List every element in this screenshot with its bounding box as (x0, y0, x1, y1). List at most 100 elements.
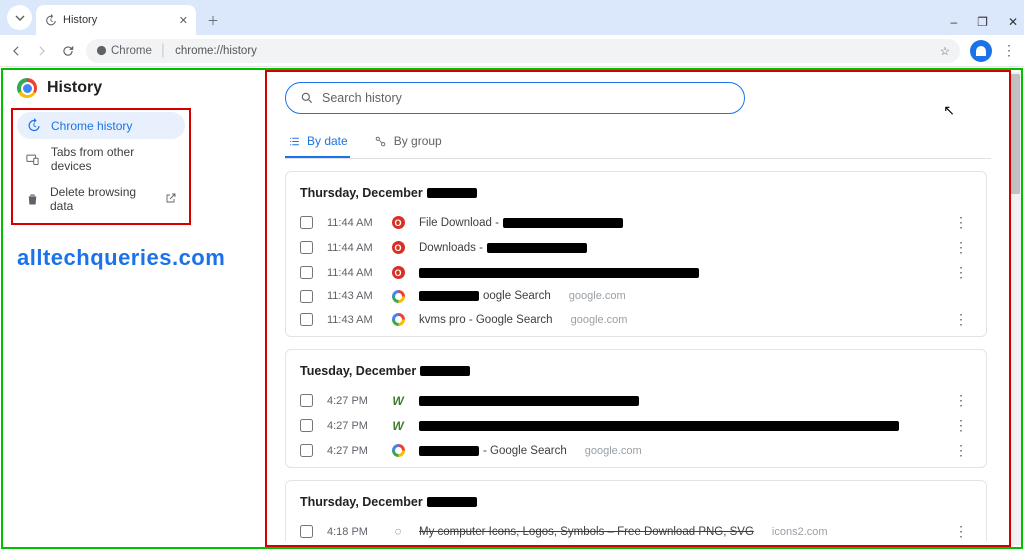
row-menu-button[interactable]: ⋮ (954, 523, 972, 540)
row-domain: google.com (571, 314, 628, 326)
row-checkbox[interactable] (300, 266, 313, 279)
bookmark-star-icon[interactable]: ☆ (940, 44, 950, 58)
main-panel: ↖ Search history By date By group Thursd… (265, 70, 1011, 547)
row-menu-button[interactable]: ⋮ (954, 264, 972, 281)
row-time: 11:43 AM (327, 314, 377, 326)
forward-button[interactable] (34, 44, 50, 58)
row-menu-button[interactable]: ⋮ (954, 417, 972, 434)
row-time: 4:18 PM (327, 526, 377, 538)
row-domain: google.com (569, 290, 626, 302)
sidebar-nav: Chrome history Tabs from other devices D… (11, 108, 191, 225)
history-row[interactable]: 11:44 AMOFile Download - ⋮ (300, 210, 972, 235)
page-content: History Chrome history Tabs from other d… (1, 68, 1023, 549)
history-title (419, 421, 899, 431)
row-time: 11:44 AM (327, 267, 377, 279)
sidebar-item-tabs-other-devices[interactable]: Tabs from other devices (17, 139, 185, 179)
view-tabs: By date By group (285, 126, 991, 159)
row-checkbox[interactable] (300, 313, 313, 326)
google-favicon (392, 444, 405, 457)
row-time: 4:27 PM (327, 420, 377, 432)
sidebar-item-chrome-history[interactable]: Chrome history (17, 112, 185, 139)
site-favicon: W (392, 394, 403, 408)
day-group: Thursday, December 4:18 PM ◌ My computer I… (285, 480, 987, 541)
row-time: 11:43 AM (327, 290, 377, 302)
history-row[interactable]: 4:18 PM ◌ My computer Icons, Logos, Symbol… (300, 519, 972, 541)
search-icon (300, 91, 314, 105)
site-favicon: W (392, 419, 403, 433)
google-favicon (392, 290, 405, 303)
mouse-cursor-icon: ↖ (943, 102, 955, 119)
opera-favicon: O (392, 241, 405, 254)
row-menu-button[interactable]: ⋮ (954, 214, 972, 231)
group-icon (374, 135, 388, 148)
new-tab-button[interactable]: ＋ (202, 9, 224, 31)
external-link-icon (165, 192, 177, 207)
profile-avatar[interactable] (970, 40, 992, 62)
history-list: Thursday, December 11:44 AMOFile Downloa… (285, 171, 991, 541)
google-favicon (392, 313, 405, 326)
row-menu-button[interactable]: ⋮ (954, 311, 972, 328)
chevron-down-icon (15, 13, 25, 23)
row-menu-button[interactable]: ⋮ (954, 442, 972, 459)
browser-tab[interactable]: History ✕ (36, 5, 196, 35)
browser-menu-button[interactable]: ⋮ (1002, 42, 1016, 59)
site-chip: Chrome (96, 45, 152, 57)
history-title: - Google Search (419, 445, 567, 457)
history-title: My computer Icons, Logos, Symbols – Free… (419, 526, 754, 538)
history-icon (44, 14, 57, 27)
history-title: oogle Search (419, 290, 551, 302)
page-title: History (47, 79, 102, 97)
window-maximize-button[interactable]: ❐ (977, 15, 988, 29)
tab-close-button[interactable]: ✕ (179, 14, 188, 27)
row-time: 4:27 PM (327, 445, 377, 457)
history-title (419, 396, 639, 406)
history-row[interactable]: 11:44 AM O Downloads - ⋮ (300, 235, 972, 260)
row-domain: google.com (585, 445, 642, 457)
row-checkbox[interactable] (300, 444, 313, 457)
row-time: 11:44 AM (327, 242, 377, 254)
browser-toolbar: Chrome │ chrome://history ☆ ⋮ (0, 35, 1024, 67)
sidebar-item-delete-browsing-data[interactable]: Delete browsing data (17, 179, 185, 219)
row-menu-button[interactable]: ⋮ (954, 239, 972, 256)
back-button[interactable] (8, 44, 24, 58)
history-row[interactable]: 11:44 AM O ⋮ (300, 260, 972, 285)
tab-search-button[interactable] (7, 5, 32, 30)
row-checkbox[interactable] (300, 394, 313, 407)
sidebar-item-label: Delete browsing data (50, 185, 153, 213)
day-heading: Thursday, December (300, 495, 972, 509)
row-menu-button[interactable]: ⋮ (954, 392, 972, 409)
sidebar-item-label: Tabs from other devices (51, 145, 177, 173)
tab-by-group[interactable]: By group (372, 126, 444, 158)
history-row[interactable]: 4:27 PM W ⋮ (300, 413, 972, 438)
sidebar: History Chrome history Tabs from other d… (3, 70, 253, 233)
tab-by-date[interactable]: By date (285, 126, 350, 158)
generic-favicon: ◌ (395, 526, 402, 538)
history-title: kvms pro - Google Search (419, 314, 553, 326)
history-row[interactable]: 4:27 PM - Google Search google.com ⋮ (300, 438, 972, 463)
row-checkbox[interactable] (300, 241, 313, 254)
window-close-button[interactable]: ✕ (1008, 15, 1018, 29)
search-history-input[interactable]: Search history (285, 82, 745, 114)
reload-button[interactable] (60, 44, 76, 58)
devices-icon (25, 152, 41, 167)
chrome-logo-icon (17, 78, 37, 98)
window-minimize-button[interactable]: – (950, 15, 957, 29)
browser-titlebar: History ✕ ＋ – ❐ ✕ (0, 0, 1024, 35)
history-row[interactable]: 11:43 AM kvms pro - Google Search google.c… (300, 307, 972, 332)
row-domain: icons2.com (772, 526, 828, 538)
opera-favicon: O (392, 266, 405, 279)
scrollbar-thumb[interactable] (1010, 74, 1020, 194)
history-row[interactable]: 4:27 PM W ⋮ (300, 388, 972, 413)
opera-favicon: O (392, 216, 405, 229)
address-bar[interactable]: Chrome │ chrome://history ☆ (86, 39, 960, 63)
row-checkbox[interactable] (300, 525, 313, 538)
history-title: Downloads - (419, 242, 587, 254)
row-time: 4:27 PM (327, 395, 377, 407)
row-checkbox[interactable] (300, 216, 313, 229)
history-row[interactable]: 11:43 AM oogle Search google.com (300, 285, 972, 307)
row-checkbox[interactable] (300, 419, 313, 432)
sidebar-item-label: Chrome history (51, 119, 132, 133)
day-group: Thursday, December 11:44 AMOFile Downloa… (285, 171, 987, 337)
row-checkbox[interactable] (300, 290, 313, 303)
search-placeholder: Search history (322, 91, 402, 105)
